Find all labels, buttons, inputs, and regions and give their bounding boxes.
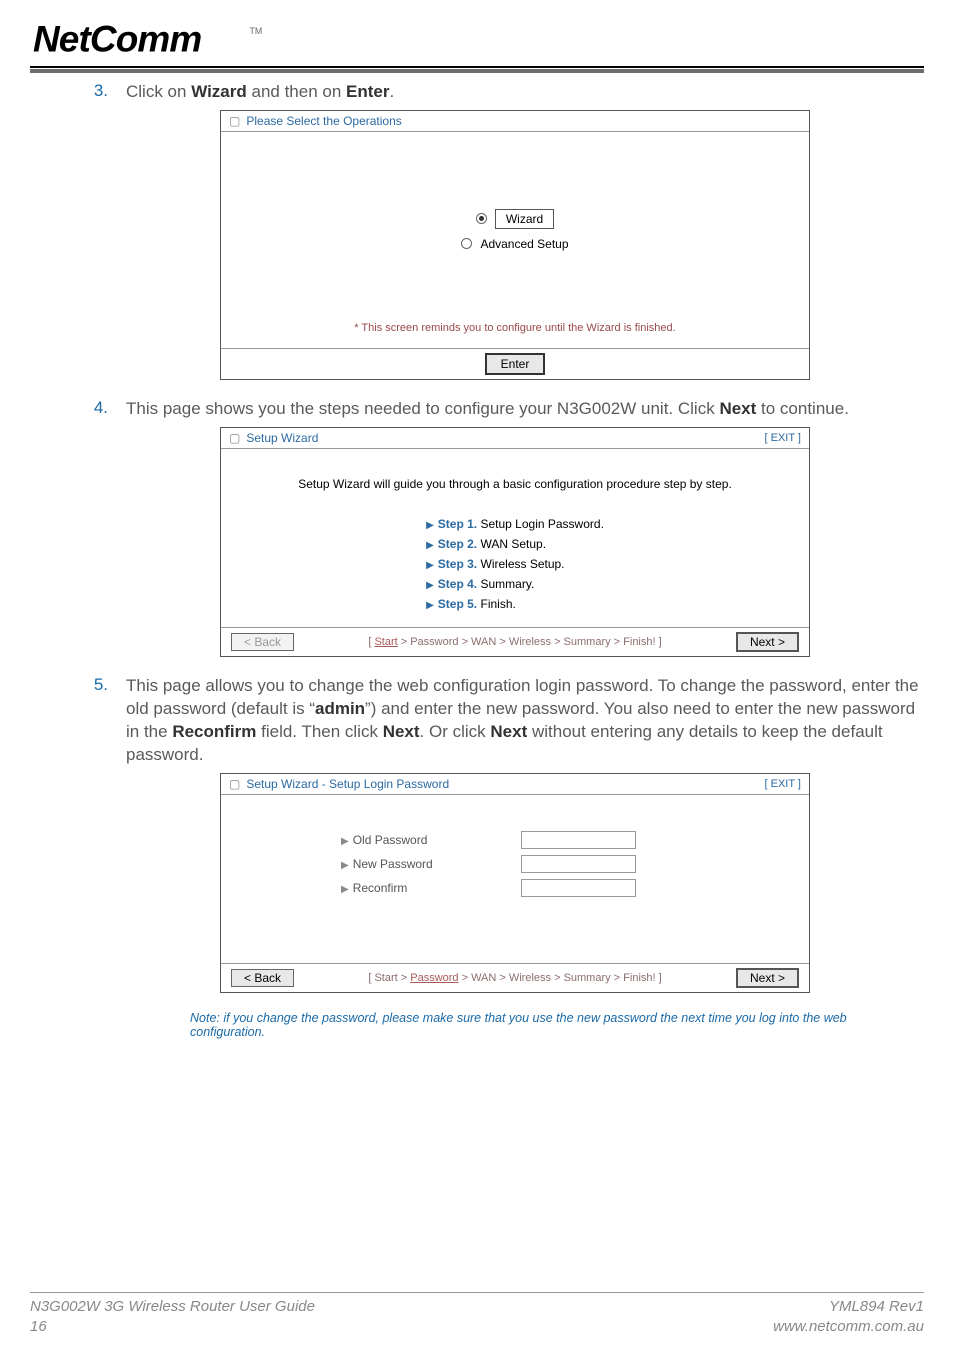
password-note: Note: if you change the password, please…	[190, 1011, 924, 1039]
exit-link[interactable]: [ EXIT ]	[765, 432, 801, 444]
new-password-input[interactable]	[521, 855, 636, 873]
panel-footnote: * This screen reminds you to configure u…	[229, 320, 801, 340]
brand-logo: NetComm TM	[30, 18, 924, 62]
panel-title: ▢ Please Select the Operations	[221, 111, 809, 132]
square-icon: ▢	[229, 114, 240, 128]
trademark-icon: TM	[249, 26, 262, 36]
back-button: < Back	[231, 633, 294, 651]
header: NetComm TM	[30, 18, 924, 73]
panel-title: ▢ Setup Wizard - Setup Login Password [ E…	[221, 774, 809, 795]
step-text: This page shows you the steps needed to …	[126, 398, 849, 421]
wizard-step: ▶Step 4. Summary.	[426, 577, 604, 591]
page-footer: N3G002W 3G Wireless Router User Guide 16…	[30, 1292, 924, 1336]
triangle-icon: ▶	[426, 580, 434, 591]
svg-text:NetComm: NetComm	[33, 18, 201, 59]
enter-button[interactable]: Enter	[485, 353, 546, 375]
square-icon: ▢	[229, 777, 240, 791]
old-password-input[interactable]	[521, 831, 636, 849]
breadcrumb: [ Start > Password > WAN > Wireless > Su…	[368, 972, 661, 984]
footer-url: www.netcomm.com.au	[773, 1317, 924, 1337]
wizard-step: ▶Step 3. Wireless Setup.	[426, 557, 604, 571]
step-3: 3. Click on Wizard and then on Enter.	[90, 81, 924, 104]
radio-unselected-icon[interactable]	[461, 238, 472, 249]
panel-button-bar: Enter	[221, 348, 809, 379]
wizard-step: ▶Step 2. WAN Setup.	[426, 537, 604, 551]
step-5: 5. This page allows you to change the we…	[90, 675, 924, 767]
new-password-label: New Password	[353, 857, 433, 871]
back-button[interactable]: < Back	[231, 969, 294, 987]
header-rule-2	[30, 69, 924, 73]
option-advanced[interactable]: Advanced Setup	[461, 237, 568, 251]
old-password-label: Old Password	[353, 833, 428, 847]
panel-title: ▢ Setup Wizard [ EXIT ]	[221, 428, 809, 449]
radio-selected-icon[interactable]	[476, 213, 487, 224]
advanced-label: Advanced Setup	[480, 237, 568, 251]
step-text: This page allows you to change the web c…	[126, 675, 924, 767]
footer-guide-title: N3G002W 3G Wireless Router User Guide	[30, 1297, 315, 1317]
triangle-icon: ▶	[426, 520, 434, 531]
header-rule-1	[30, 66, 924, 68]
step-number: 5.	[90, 675, 108, 767]
wizard-nav-bar: < Back [ Start > Password > WAN > Wirele…	[221, 963, 809, 992]
step-number: 3.	[90, 81, 108, 104]
step-number: 4.	[90, 398, 108, 421]
panel-setup-wizard: ▢ Setup Wizard [ EXIT ] Setup Wizard will…	[220, 427, 810, 657]
reconfirm-label: Reconfirm	[353, 881, 408, 895]
breadcrumb: [ Start > Password > WAN > Wireless > Su…	[368, 636, 661, 648]
option-wizard[interactable]: Wizard	[476, 209, 554, 229]
new-password-row: ▶ New Password	[341, 855, 799, 873]
step-4: 4. This page shows you the steps needed …	[90, 398, 924, 421]
wizard-step: ▶Step 5. Finish.	[426, 597, 604, 611]
triangle-icon: ▶	[341, 860, 349, 871]
panel-title-text: Setup Wizard	[246, 431, 318, 445]
square-icon: ▢	[229, 431, 240, 445]
wizard-nav-bar: < Back [ Start > Password > WAN > Wirele…	[221, 627, 809, 656]
old-password-row: ▶ Old Password	[341, 831, 799, 849]
panel-select-operations: ▢ Please Select the Operations Wizard Adv…	[220, 110, 810, 380]
next-button[interactable]: Next >	[736, 632, 799, 652]
exit-link[interactable]: [ EXIT ]	[765, 778, 801, 790]
panel-login-password: ▢ Setup Wizard - Setup Login Password [ E…	[220, 773, 810, 993]
panel-title-text: Setup Wizard - Setup Login Password	[246, 777, 449, 791]
panel-title-text: Please Select the Operations	[246, 114, 401, 128]
step-text: Click on Wizard and then on Enter.	[126, 81, 394, 104]
next-button[interactable]: Next >	[736, 968, 799, 988]
triangle-icon: ▶	[426, 600, 434, 611]
reconfirm-row: ▶ Reconfirm	[341, 879, 799, 897]
triangle-icon: ▶	[341, 884, 349, 895]
wizard-step: ▶Step 1. Setup Login Password.	[426, 517, 604, 531]
wizard-label-box: Wizard	[495, 209, 554, 229]
footer-revision: YML894 Rev1	[773, 1297, 924, 1317]
footer-page-number: 16	[30, 1317, 315, 1337]
reconfirm-input[interactable]	[521, 879, 636, 897]
triangle-icon: ▶	[426, 540, 434, 551]
wizard-step-list: ▶Step 1. Setup Login Password. ▶Step 2. …	[426, 511, 604, 617]
wizard-intro: Setup Wizard will guide you through a ba…	[231, 477, 799, 491]
triangle-icon: ▶	[341, 836, 349, 847]
triangle-icon: ▶	[426, 560, 434, 571]
